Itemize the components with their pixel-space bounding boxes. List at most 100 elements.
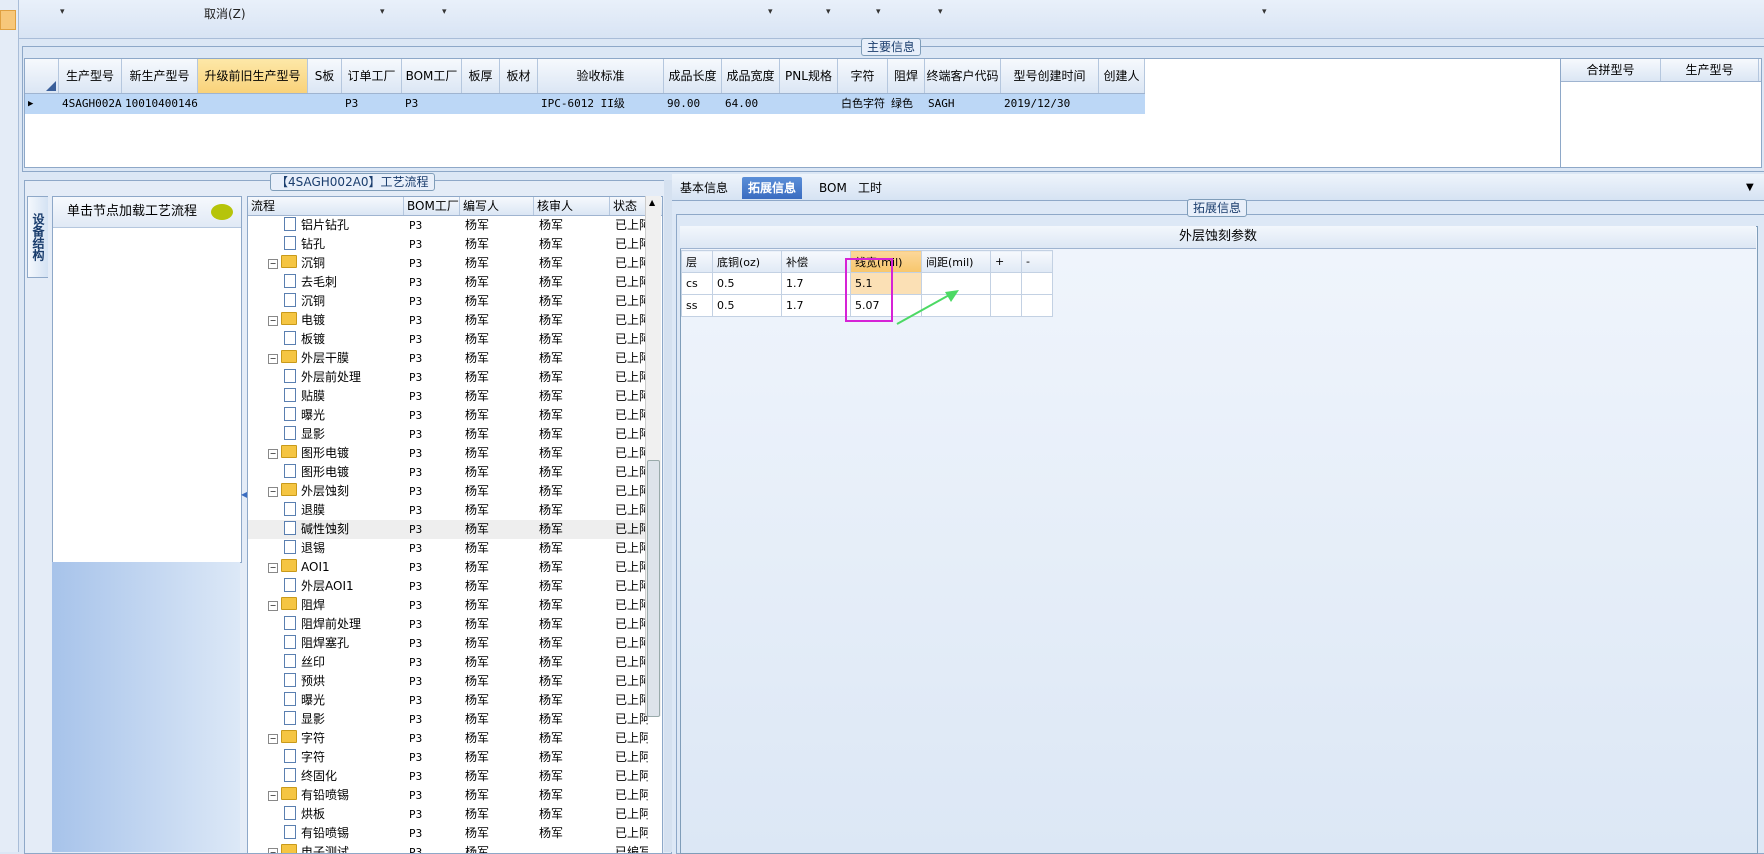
tree-cell-writer[interactable]: 杨军 (460, 748, 534, 767)
tree-node[interactable]: − 外层干膜 (248, 349, 404, 368)
tree-cell-bom[interactable]: P3 (404, 235, 460, 254)
tree-node[interactable]: 外层前处理 (248, 368, 404, 387)
tree-cell-reviewer[interactable]: 杨军 (534, 254, 610, 273)
tree-cell-bom[interactable]: P3 (404, 520, 460, 539)
tree-cell-status[interactable]: 已上阿 (610, 672, 648, 691)
tree-cell-writer[interactable]: 杨军 (460, 786, 534, 805)
tree-cell-writer[interactable]: 杨军 (460, 653, 534, 672)
column-header[interactable]: 创建人 (1099, 59, 1145, 93)
tree-cell-writer[interactable]: 杨军 (460, 672, 534, 691)
tree-node[interactable]: 曝光 (248, 406, 404, 425)
tree-node[interactable]: 铝片钻孔 (248, 216, 404, 235)
column-header[interactable]: 编写人 (460, 197, 534, 215)
column-header[interactable]: 阻焊 (888, 59, 925, 93)
column-header[interactable]: 成品宽度 (722, 59, 780, 93)
tab-extended-info[interactable]: 拓展信息 (742, 177, 803, 199)
tree-node[interactable]: 显影 (248, 425, 404, 444)
table-cell[interactable]: P3 (402, 94, 462, 114)
tree-cell-status[interactable]: 已上阿 (610, 596, 648, 615)
column-header[interactable]: 验收标准 (538, 59, 664, 93)
tree-cell-status[interactable]: 已上阿 (610, 729, 648, 748)
table-cell[interactable]: IPC-6012 II级 (538, 94, 664, 114)
tree-cell-reviewer[interactable]: 杨军 (534, 349, 610, 368)
tree-cell-status[interactable]: 已上阿 (610, 254, 648, 273)
tree-cell-bom[interactable]: P3 (404, 273, 460, 292)
tree-cell-reviewer[interactable]: 杨军 (534, 520, 610, 539)
tree-row[interactable]: 沉铜 P3 杨军 杨军 已上阿 (248, 292, 648, 311)
tree-row[interactable]: 丝印 P3 杨军 杨军 已上阿 (248, 653, 648, 672)
tree-cell-bom[interactable]: P3 (404, 710, 460, 729)
add-column-button[interactable]: + (990, 250, 1022, 273)
tree-cell-writer[interactable]: 杨军 (460, 520, 534, 539)
table-cell[interactable] (198, 94, 308, 114)
tree-node[interactable]: 外层AOI1 (248, 577, 404, 596)
tree-node[interactable]: 板镀 (248, 330, 404, 349)
tree-cell-writer[interactable]: 杨军 (460, 558, 534, 577)
tree-cell-writer[interactable]: 杨军 (460, 330, 534, 349)
table-cell[interactable]: 2019/12/30 (1001, 94, 1099, 114)
scrollbar-thumb[interactable] (647, 460, 660, 717)
tree-node[interactable]: 沉铜 (248, 292, 404, 311)
tree-cell-writer[interactable]: 杨军 (460, 824, 534, 843)
tree-cell-bom[interactable]: P3 (404, 577, 460, 596)
tree-cell-status[interactable]: 已上阿 (610, 520, 648, 539)
tree-node[interactable]: 贴膜 (248, 387, 404, 406)
tree-node[interactable]: − 有铅喷锡 (248, 786, 404, 805)
tree-cell-writer[interactable]: 杨军 (460, 254, 534, 273)
tree-row[interactable]: 退锡 P3 杨军 杨军 已上阿 (248, 539, 648, 558)
tree-cell-reviewer[interactable]: 杨军 (534, 824, 610, 843)
tree-cell-reviewer[interactable]: 杨军 (534, 748, 610, 767)
tree-cell-reviewer[interactable] (534, 843, 610, 853)
remove-column-button[interactable]: - (1021, 250, 1053, 273)
tree-row[interactable]: 终固化 P3 杨军 杨军 已上阿 (248, 767, 648, 786)
column-header[interactable]: 核审人 (534, 197, 610, 215)
tab-menu-dropdown-icon[interactable]: ▼ (1740, 177, 1760, 199)
tree-cell-writer[interactable]: 杨军 (460, 444, 534, 463)
tree-node[interactable]: − 沉铜 (248, 254, 404, 273)
tree-cell-reviewer[interactable]: 杨军 (534, 368, 610, 387)
tree-row[interactable]: 碱性蚀刻 P3 杨军 杨军 已上阿 (248, 520, 648, 539)
tree-cell-writer[interactable]: 杨军 (460, 710, 534, 729)
table-cell[interactable]: SAGH (925, 94, 1001, 114)
tree-cell-bom[interactable]: P3 (404, 691, 460, 710)
tree-cell-reviewer[interactable]: 杨军 (534, 406, 610, 425)
collapse-icon[interactable]: − (268, 734, 278, 744)
tree-cell-bom[interactable]: P3 (404, 558, 460, 577)
dropdown-arrow-icon[interactable]: ▾ (380, 7, 385, 17)
tree-cell-bom[interactable]: P3 (404, 463, 460, 482)
tree-row[interactable]: 外层前处理 P3 杨军 杨军 已上阿 (248, 368, 648, 387)
table-cell[interactable] (308, 94, 342, 114)
tree-row[interactable]: 烘板 P3 杨军 杨军 已上阿 (248, 805, 648, 824)
column-header[interactable]: 订单工厂 (342, 59, 402, 93)
column-header[interactable]: S板 (308, 59, 342, 93)
tree-cell-bom[interactable]: P3 (404, 254, 460, 273)
tree-cell-reviewer[interactable]: 杨军 (534, 235, 610, 254)
tree-node[interactable]: − 电子测试 (248, 843, 404, 853)
tree-node[interactable]: 有铅喷锡 (248, 824, 404, 843)
tree-row[interactable]: 图形电镀 P3 杨军 杨军 已上阿 (248, 463, 648, 482)
tree-row[interactable]: − 图形电镀 P3 杨军 杨军 已上阿 (248, 444, 648, 463)
tree-cell-bom[interactable]: P3 (404, 824, 460, 843)
tree-cell-writer[interactable]: 杨军 (460, 577, 534, 596)
table-cell[interactable]: 90.00 (664, 94, 722, 114)
column-header[interactable]: 流程 (248, 197, 404, 215)
tree-cell-reviewer[interactable]: 杨军 (534, 634, 610, 653)
tree-cell-writer[interactable]: 杨军 (460, 235, 534, 254)
tree-row[interactable]: 有铅喷锡 P3 杨军 杨军 已上阿 (248, 824, 648, 843)
tree-row[interactable]: − 有铅喷锡 P3 杨军 杨军 已上阿 (248, 786, 648, 805)
tree-cell-bom[interactable]: P3 (404, 387, 460, 406)
tree-cell-status[interactable]: 已上阿 (610, 273, 648, 292)
dropdown-arrow-icon[interactable]: ▾ (60, 7, 65, 17)
tree-cell-reviewer[interactable]: 杨军 (534, 710, 610, 729)
column-header[interactable]: PNL规格 (780, 59, 838, 93)
table-cell[interactable]: 10010400146237 (122, 94, 198, 114)
tree-cell-status[interactable]: 已上阿 (610, 311, 648, 330)
tree-cell-status[interactable]: 已上阿 (610, 406, 648, 425)
collapse-icon[interactable]: − (268, 316, 278, 326)
table-cell[interactable] (1099, 94, 1145, 114)
tree-cell-status[interactable]: 已上阿 (610, 425, 648, 444)
tree-node[interactable]: 退膜 (248, 501, 404, 520)
column-header[interactable]: 底铜(oz) (712, 250, 782, 273)
column-header[interactable]: 终端客户代码 (925, 59, 1001, 93)
tree-cell-status[interactable]: 已上阿 (610, 767, 648, 786)
